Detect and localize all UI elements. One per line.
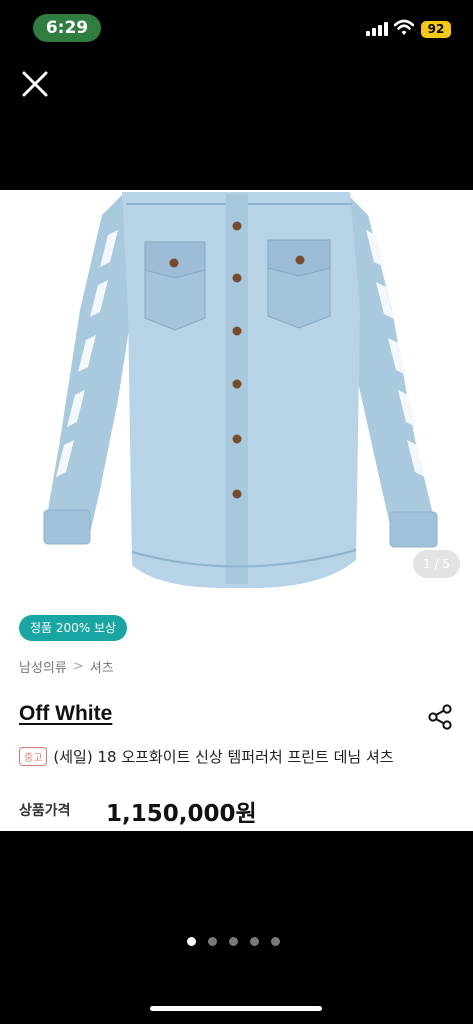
price-label: 상품가격 (19, 803, 71, 819)
page-dot[interactable] (187, 937, 196, 946)
product-detail: 1 / 5 정품 200% 보상 남성의류 > 셔츠 Off White 중고 … (0, 190, 473, 831)
status-time: 6:29 (33, 14, 101, 42)
breadcrumb: 남성의류 > 셔츠 (19, 657, 114, 676)
image-counter: 1 / 5 (413, 550, 460, 578)
page-dot[interactable] (208, 937, 217, 946)
page-dot[interactable] (229, 937, 238, 946)
brand-link[interactable]: Off White (19, 702, 112, 726)
page-indicator[interactable] (187, 937, 280, 946)
home-indicator[interactable] (150, 1006, 322, 1011)
page-dot[interactable] (271, 937, 280, 946)
page-dot[interactable] (250, 937, 259, 946)
authenticity-badge: 정품 200% 보상 (19, 615, 128, 641)
breadcrumb-category[interactable]: 남성의류 (19, 657, 67, 676)
wifi-icon (394, 19, 414, 35)
product-image[interactable] (0, 190, 473, 600)
battery-indicator: 92 (421, 21, 451, 38)
close-icon[interactable] (17, 66, 53, 102)
chevron-right-icon: > (72, 659, 84, 674)
share-icon[interactable] (426, 703, 454, 731)
breadcrumb-subcategory[interactable]: 셔츠 (90, 657, 114, 676)
product-title: (세일) 18 오프화이트 신상 템퍼러처 프린트 데님 셔츠 (53, 748, 394, 766)
product-title-row: 중고 (세일) 18 오프화이트 신상 템퍼러처 프린트 데님 셔츠 (19, 746, 394, 767)
status-bar: 6:29 92 (0, 0, 473, 60)
signal-icon (366, 22, 390, 36)
condition-tag: 중고 (19, 747, 48, 766)
price-value: 1,150,000원 (106, 801, 257, 827)
